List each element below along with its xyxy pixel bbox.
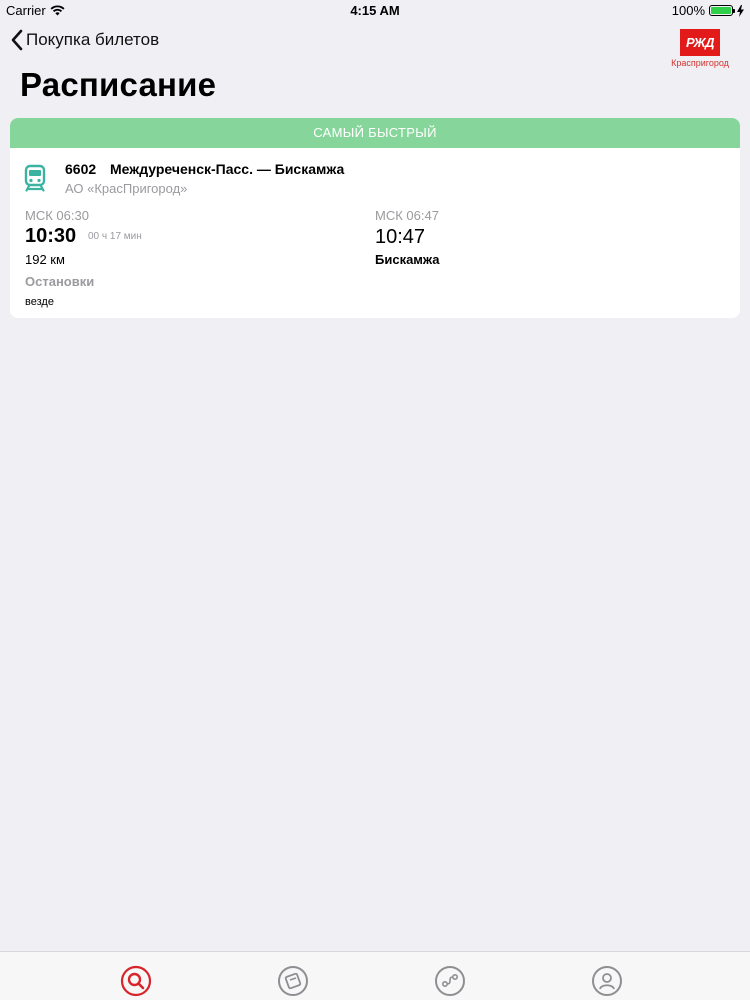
tab-search[interactable] [120,965,152,997]
stops-label: Остановки [25,274,95,289]
battery-icon [709,5,735,16]
departure-time: 10:30 [25,225,77,247]
page-title: Расписание [20,66,217,103]
tab-tickets[interactable] [277,965,309,997]
train-icon [24,164,46,192]
search-icon [120,965,152,997]
trip-duration: 00 ч 17 мин [88,231,142,242]
rzd-logo-mark: РЖД [680,29,720,56]
arrival-msk-time: МСК 06:47 [375,208,439,223]
battery-percent: 100% [671,3,705,18]
logo-caption: Краспригород [671,58,729,68]
chevron-left-icon [11,29,23,51]
departure-msk-time: МСК 06:30 [25,208,89,223]
charging-icon [737,4,744,17]
tab-bar [0,951,750,1000]
arrival-time: 10:47 [375,226,426,248]
screen: Carrier 4:15 AM 100% Покупка билетов РЖД… [0,0,750,1000]
status-bar: Carrier 4:15 AM 100% [0,0,750,22]
tab-profile[interactable] [591,965,623,997]
back-button[interactable]: Покупка билетов [10,29,159,51]
arrival-station: Бискамжа [375,252,440,267]
train-route: Междуреченск-Пасс. — Бискамжа [110,161,345,177]
fastest-banner: САМЫЙ БЫСТРЫЙ [10,118,740,148]
train-card-body: 6602 Междуреченск-Пасс. — Бискамжа АО «К… [10,148,740,318]
tickets-icon [278,966,308,996]
status-time: 4:15 AM [350,3,400,18]
train-number: 6602 [65,161,97,177]
rzd-logo: РЖД Краспригород [670,29,730,68]
route-icon [435,966,465,996]
carrier-name: АО «КрасПригород» [65,181,188,196]
stops-value: везде [25,296,54,308]
profile-icon [592,966,622,996]
train-card[interactable]: САМЫЙ БЫСТРЫЙ 6602 Междуреченск-Пасс. — … [10,118,740,318]
tab-route[interactable] [434,965,466,997]
back-button-label: Покупка билетов [26,30,160,49]
trip-distance: 192 км [25,252,65,267]
status-right: 100% [672,3,744,18]
